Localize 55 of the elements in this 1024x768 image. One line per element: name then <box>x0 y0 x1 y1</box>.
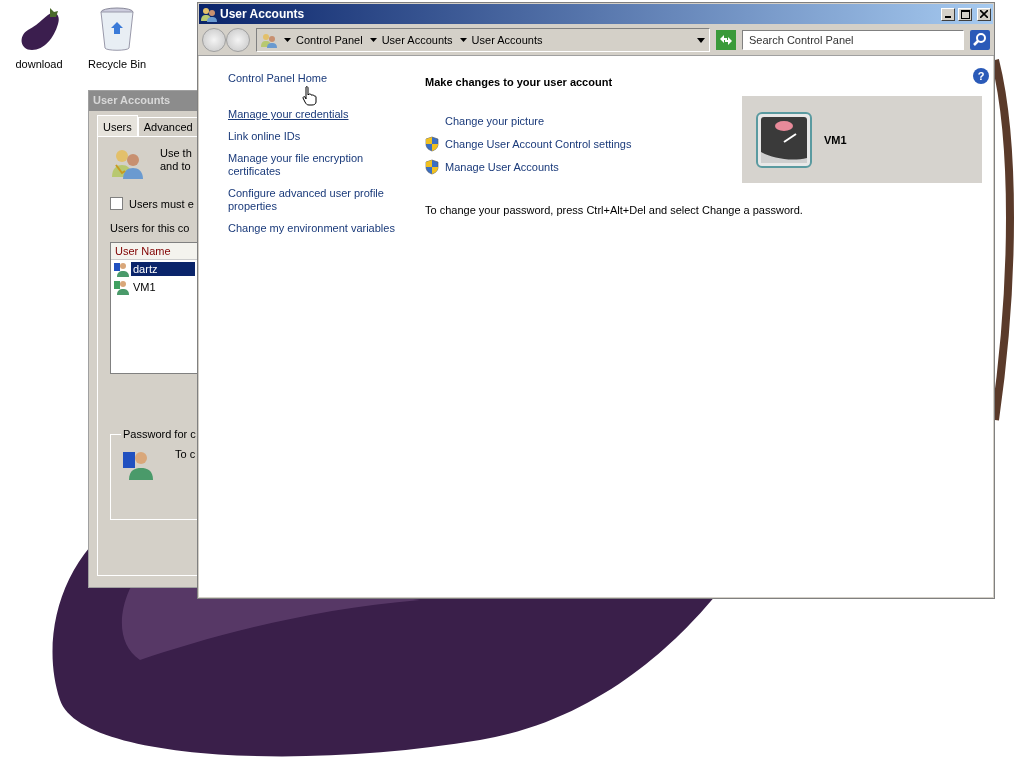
user-icon <box>113 261 129 277</box>
minimize-button[interactable] <box>941 7 955 21</box>
address-bar[interactable]: Control Panel User Accounts User Accounts <box>256 28 710 52</box>
search-icon[interactable] <box>970 30 990 50</box>
caret-icon[interactable] <box>459 38 467 42</box>
column-header[interactable]: User Name <box>111 243 197 260</box>
window-title: User Accounts <box>220 7 306 21</box>
user-name[interactable]: VM1 <box>131 280 158 294</box>
section-heading: Make changes to your user account <box>425 76 614 88</box>
refresh-icon[interactable] <box>716 30 736 50</box>
recycle-bin-icon[interactable] <box>97 6 137 52</box>
tab[interactable]: Users <box>97 115 138 136</box>
sidebar-link[interactable]: Control Panel Home <box>228 72 398 85</box>
users-icon <box>201 6 217 22</box>
breadcrumb[interactable]: Control Panel <box>296 34 363 46</box>
user-icon <box>113 279 129 295</box>
help-button[interactable]: ? <box>973 68 989 84</box>
window-title: User Accounts <box>89 91 197 111</box>
tab[interactable]: Advanced <box>137 117 197 136</box>
checkbox[interactable] <box>110 197 123 210</box>
intro-text: Use th <box>160 147 192 159</box>
desktop-icon-label: download <box>15 58 63 70</box>
checkbox-label: Users must e <box>129 197 194 210</box>
close-button[interactable] <box>977 7 991 21</box>
section-label: Users for this co <box>110 222 191 234</box>
password-note: To change your password, press Ctrl+Alt+Del and select Change a password. <box>425 204 804 216</box>
caret-icon[interactable] <box>369 38 377 42</box>
turntable-picture[interactable] <box>756 111 812 168</box>
shield-icon <box>425 159 439 175</box>
maximize-button[interactable] <box>958 7 972 21</box>
caret-icon[interactable] <box>284 38 291 42</box>
account-name: VM1 <box>824 133 847 146</box>
sidebar-link[interactable]: Link online IDs <box>228 130 398 143</box>
hand-cursor-icon <box>302 86 318 106</box>
task-link[interactable]: Change your picture <box>445 115 545 127</box>
task-link[interactable]: Change User Account Control settings <box>445 138 632 150</box>
group-title: Password for c <box>122 428 197 440</box>
dropdown-arrow-icon[interactable] <box>697 37 705 43</box>
breadcrumb[interactable]: User Accounts <box>471 34 543 46</box>
sidebar-link[interactable]: Manage your credentials <box>228 108 398 121</box>
users-icon <box>261 32 277 48</box>
sidebar-link[interactable]: Configure advanced user profile properties <box>228 187 398 213</box>
sidebar-link[interactable]: Change my environment variables <box>228 222 398 235</box>
search-field[interactable]: Search Control Panel <box>742 30 964 50</box>
desktop-icon-label: Recycle Bin <box>87 58 147 70</box>
users-icon <box>112 147 144 179</box>
intro-text: and to <box>160 160 192 172</box>
maximize-icon <box>960 9 970 19</box>
password-text: To c <box>175 448 196 462</box>
shield-icon <box>425 136 439 152</box>
sidebar-link[interactable]: Manage your file encryption certificates <box>228 152 398 178</box>
breadcrumb[interactable]: User Accounts <box>381 34 453 46</box>
task-link[interactable]: Manage User Accounts <box>445 161 559 173</box>
user-name[interactable]: dartz <box>131 262 195 276</box>
close-icon <box>980 10 988 18</box>
